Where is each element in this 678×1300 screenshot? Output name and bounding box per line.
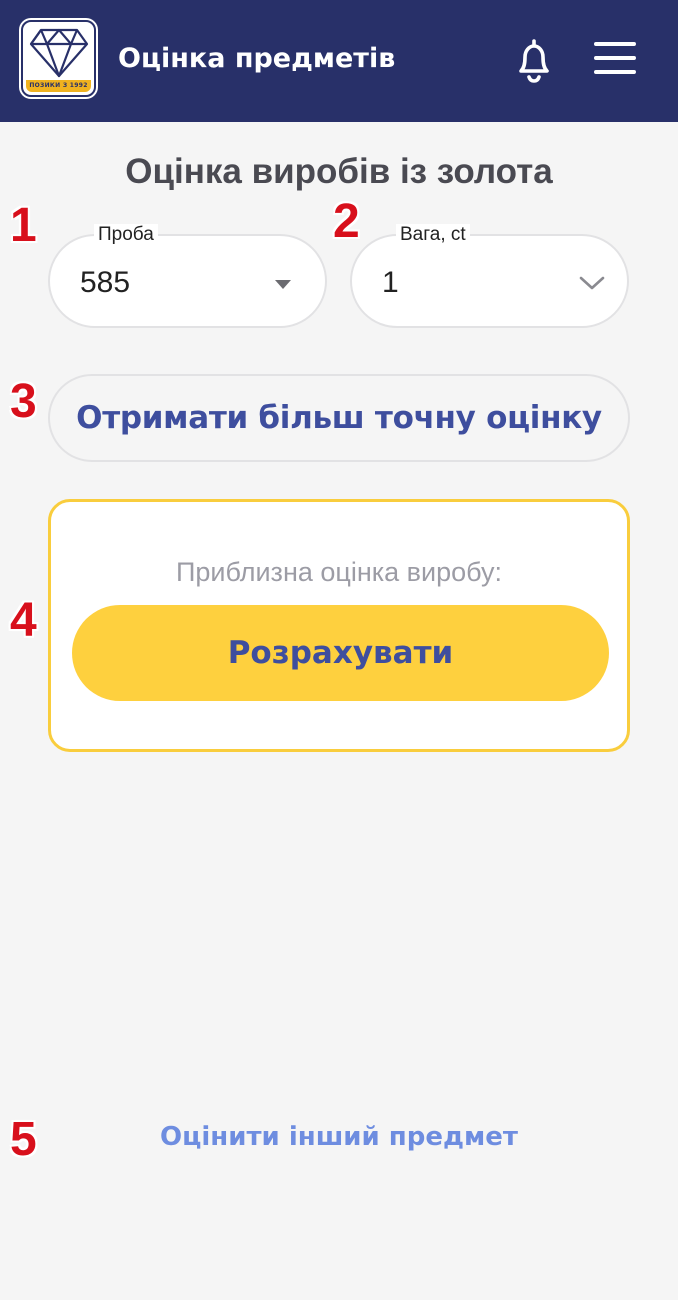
evaluate-other-item-link[interactable]: Оцінити інший предмет	[0, 1122, 678, 1152]
step-marker-4: 4	[10, 594, 37, 647]
chevron-down-icon	[579, 276, 605, 290]
page-title: Оцінка виробів із золота	[125, 152, 553, 191]
purity-select[interactable]: Проба 585	[48, 224, 327, 328]
weight-value: 1	[382, 266, 399, 299]
precise-estimate-button[interactable]: Отримати більш точну оцінку	[48, 374, 630, 462]
calculate-button[interactable]: Розрахувати	[72, 605, 609, 701]
step-marker-1: 1	[10, 199, 37, 252]
purity-label: Проба	[94, 224, 158, 246]
app-title: Оцінка предметів	[118, 43, 396, 74]
brand-logo[interactable]: ПОЗИКИ З 1992	[19, 18, 98, 99]
caret-down-icon	[275, 280, 291, 289]
step-marker-2: 2	[333, 195, 360, 248]
step-marker-3: 3	[10, 375, 37, 428]
diamond-icon	[29, 28, 89, 78]
purity-value: 585	[80, 266, 131, 299]
result-card: Приблизна оцінка виробу: Розрахувати	[48, 499, 630, 752]
bell-icon[interactable]	[512, 36, 556, 84]
app-header: ПОЗИКИ З 1992 Оцінка предметів	[0, 0, 678, 122]
result-label: Приблизна оцінка виробу:	[175, 557, 503, 587]
menu-icon[interactable]	[594, 42, 638, 76]
logo-caption: ПОЗИКИ З 1992	[26, 80, 91, 92]
weight-select[interactable]: Вага, ct 1	[350, 224, 629, 328]
weight-label: Вага, ct	[396, 224, 470, 246]
